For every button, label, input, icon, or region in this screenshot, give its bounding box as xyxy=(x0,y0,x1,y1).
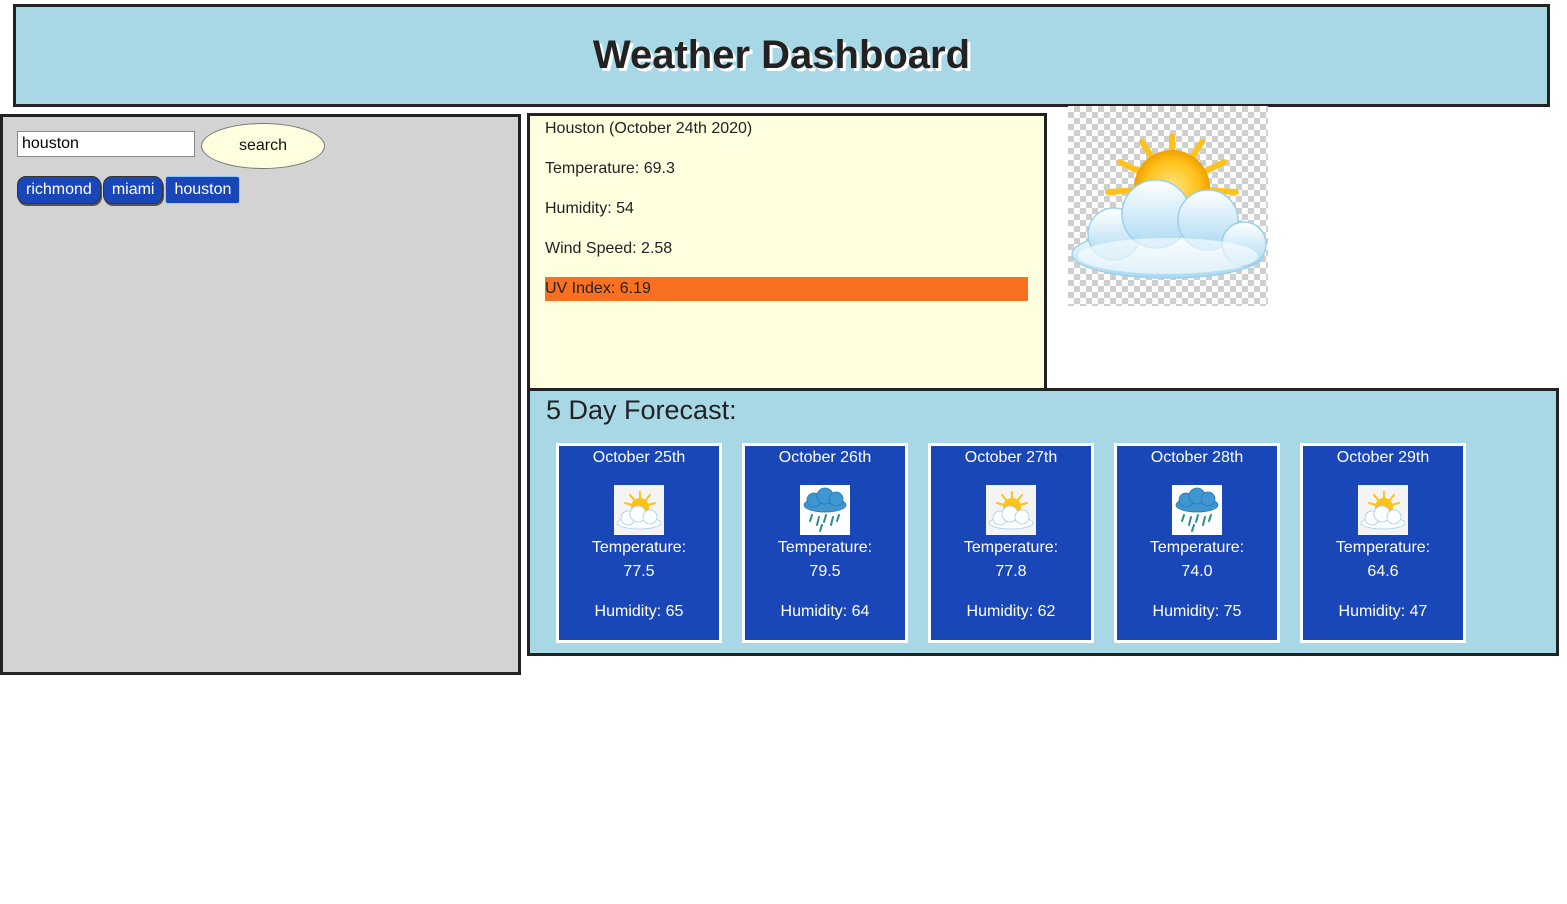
partly-cloudy-icon xyxy=(1068,106,1268,306)
current-city-heading: Houston (October 24th 2020) xyxy=(545,120,753,137)
rain-cloud-icon xyxy=(1172,485,1222,535)
current-weather-panel: Houston (October 24th 2020) Temperature:… xyxy=(527,113,1047,396)
forecast-temp-label: Temperature: xyxy=(777,539,873,556)
partly-cloudy-icon xyxy=(1358,485,1408,535)
partly-cloudy-icon xyxy=(986,485,1036,535)
forecast-temp-value: 74.0 xyxy=(1181,563,1213,580)
forecast-card: October 29th Temperature: 64.6 Humidity:… xyxy=(1300,443,1466,643)
forecast-temp-label: Temperature: xyxy=(963,539,1059,556)
forecast-humidity: Humidity: 47 xyxy=(1338,603,1428,620)
forecast-temp-value: 64.6 xyxy=(1367,563,1399,580)
forecast-humidity: Humidity: 62 xyxy=(966,603,1056,620)
current-humidity: Humidity: 54 xyxy=(545,200,634,217)
forecast-temp-value: 79.5 xyxy=(809,563,841,580)
forecast-card: October 25th Temperature: 77.5 Humidity:… xyxy=(556,443,722,643)
rain-cloud-icon xyxy=(800,485,850,535)
forecast-card: October 26th Temperature: 79.5 Humidity:… xyxy=(742,443,908,643)
history-button-houston[interactable]: houston xyxy=(165,176,241,204)
forecast-date: October 25th xyxy=(592,449,686,466)
forecast-date: October 29th xyxy=(1336,449,1430,466)
history-button-richmond[interactable]: richmond xyxy=(17,176,101,204)
page-title: Weather Dashboard xyxy=(592,33,971,77)
forecast-date: October 28th xyxy=(1150,449,1244,466)
forecast-humidity: Humidity: 64 xyxy=(780,603,870,620)
forecast-temp-label: Temperature: xyxy=(591,539,687,556)
city-search-input[interactable] xyxy=(17,131,195,157)
forecast-temp-label: Temperature: xyxy=(1335,539,1431,556)
current-temperature: Temperature: 69.3 xyxy=(545,160,675,177)
partly-cloudy-icon xyxy=(614,485,664,535)
forecast-date: October 27th xyxy=(964,449,1058,466)
uv-index-bar: UV Index: 6.19 xyxy=(545,277,1028,301)
forecast-temp-value: 77.5 xyxy=(623,563,655,580)
current-wind-speed: Wind Speed: 2.58 xyxy=(545,240,673,257)
history-button-miami[interactable]: miami xyxy=(102,176,164,204)
page-header: Weather Dashboard xyxy=(13,4,1550,107)
forecast-card: October 27th Temperature: 77.8 Humidity:… xyxy=(928,443,1094,643)
forecast-temp-value: 77.8 xyxy=(995,563,1027,580)
forecast-humidity: Humidity: 75 xyxy=(1152,603,1242,620)
forecast-title: 5 Day Forecast: xyxy=(546,395,737,425)
forecast-date: October 26th xyxy=(778,449,872,466)
search-button[interactable]: search xyxy=(201,123,325,169)
search-panel: search richmond miami houston xyxy=(0,114,521,675)
search-history: richmond miami houston xyxy=(17,176,241,204)
forecast-temp-label: Temperature: xyxy=(1149,539,1245,556)
forecast-card: October 28th Temperature: 74.0 Humidity:… xyxy=(1114,443,1280,643)
forecast-humidity: Humidity: 65 xyxy=(594,603,684,620)
five-day-forecast: 5 Day Forecast: October 25th Temperature… xyxy=(527,388,1559,656)
